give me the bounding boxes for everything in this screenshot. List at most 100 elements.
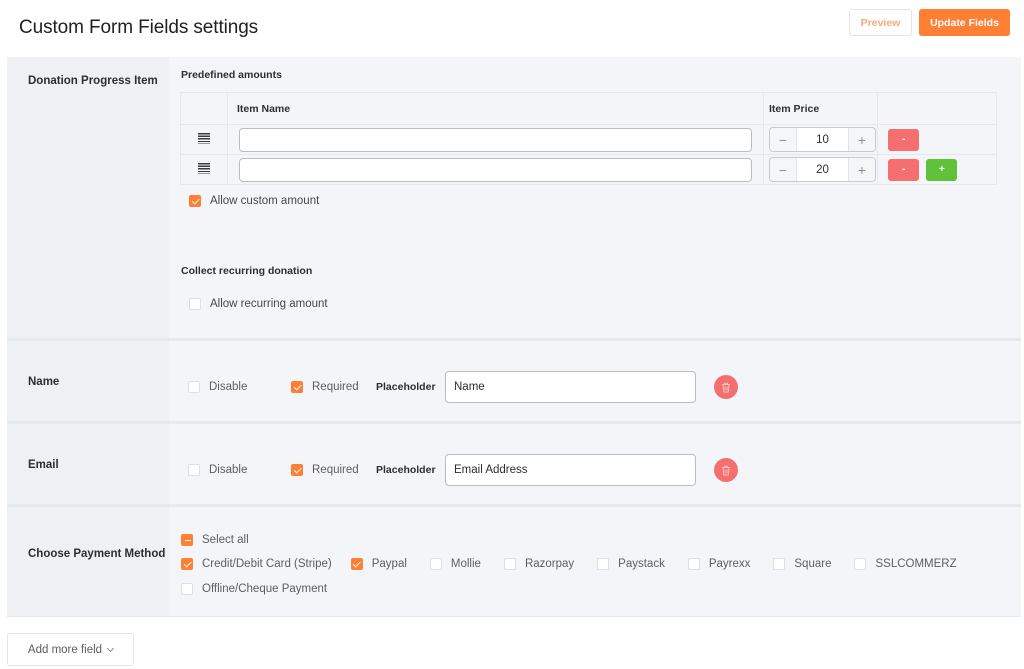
checkbox-unchecked-icon[interactable] <box>773 558 786 570</box>
section-content: Disable Required Placeholder <box>169 424 1021 504</box>
custom-form-fields-page: Custom Form Fields settings Preview Upda… <box>0 0 1024 669</box>
preview-button[interactable]: Preview <box>849 9 912 36</box>
increment-button[interactable]: + <box>848 158 875 181</box>
table-row: − 10 + - <box>180 124 997 155</box>
delete-field-button[interactable] <box>714 458 738 482</box>
table-row: − 20 + - + <box>180 154 997 185</box>
decrement-button[interactable]: − <box>770 128 797 151</box>
drag-handle-icon[interactable] <box>198 163 210 174</box>
checkbox-label: Razorpay <box>524 558 575 570</box>
payment-methods-list: Credit/Debit Card (Stripe) Paypal Mollie… <box>181 558 980 570</box>
section-label: Choose Payment Method <box>7 507 169 616</box>
checkbox-label: Square <box>794 558 832 570</box>
recurring-donation-title: Collect recurring donation <box>181 265 313 277</box>
payment-method-paypal[interactable]: Paypal <box>350 558 407 570</box>
item-price-header: Item Price <box>763 92 878 125</box>
chevron-down-icon <box>107 644 115 652</box>
page-title: Custom Form Fields settings <box>19 17 259 38</box>
checkbox-unchecked-icon[interactable] <box>687 558 700 570</box>
checkbox-unchecked-icon[interactable] <box>189 298 201 310</box>
payment-method-mollie[interactable]: Mollie <box>429 558 481 570</box>
disable-checkbox[interactable]: Disable <box>188 464 291 476</box>
item-price-value[interactable]: 20 <box>797 158 848 181</box>
delete-field-button[interactable] <box>714 375 738 399</box>
section-label: Email <box>7 424 169 504</box>
checkbox-unchecked-icon[interactable] <box>597 558 610 570</box>
checkbox-label: Paypal <box>371 558 407 570</box>
checkbox-unchecked-icon[interactable] <box>429 558 442 570</box>
section-label: Name <box>7 341 169 421</box>
checkbox-label: Paystack <box>618 558 665 570</box>
checkbox-label: Credit/Debit Card (Stripe) <box>202 558 332 570</box>
checkbox-checked-icon[interactable] <box>291 464 303 476</box>
decrement-button[interactable]: − <box>770 158 797 181</box>
checkbox-label: Disable <box>209 464 248 476</box>
checkbox-label: Select all <box>202 534 249 546</box>
checkbox-label: Payrexx <box>708 558 751 570</box>
checkbox-unchecked-icon[interactable] <box>188 381 200 393</box>
payment-method-payrexx[interactable]: Payrexx <box>687 558 751 570</box>
trash-icon <box>722 465 730 475</box>
section-content: Predefined amounts Item Name Item Price <box>169 57 1021 338</box>
payment-method-stripe[interactable]: Credit/Debit Card (Stripe) <box>181 558 332 570</box>
email-field-options: Disable Required Placeholder <box>188 454 738 486</box>
item-price-stepper: − 10 + <box>769 127 876 152</box>
checkbox-label: SSLCOMMERZ <box>875 558 957 570</box>
disable-checkbox[interactable]: Disable <box>188 381 291 393</box>
checkbox-label: Required <box>312 381 359 393</box>
add-more-field-label: Add more field <box>27 643 103 656</box>
payment-method-razorpay[interactable]: Razorpay <box>503 558 575 570</box>
allow-recurring-amount-checkbox[interactable]: Allow recurring amount <box>189 298 328 310</box>
predefined-amounts-title: Predefined amounts <box>181 69 282 81</box>
add-row-button[interactable]: + <box>926 158 958 181</box>
payment-method-offline[interactable]: Offline/Cheque Payment <box>181 583 327 595</box>
checkbox-label: Offline/Cheque Payment <box>202 583 328 595</box>
predefined-amounts-table: Item Name Item Price − 10 + - − 20 + - + <box>180 92 997 185</box>
remove-row-button[interactable]: - <box>888 158 919 181</box>
donation-progress-section: Donation Progress Item Predefined amount… <box>7 57 1021 341</box>
item-name-input[interactable] <box>239 127 752 152</box>
section-content: Select all Credit/Debit Card (Stripe) Pa… <box>169 507 1021 616</box>
checkbox-label: Required <box>312 464 359 476</box>
placeholder-input[interactable] <box>445 371 696 403</box>
checkbox-label: Allow custom amount <box>210 195 320 207</box>
page-header: Custom Form Fields settings Preview Upda… <box>0 0 1024 57</box>
actions-column-header <box>877 92 997 125</box>
required-checkbox[interactable]: Required <box>291 381 376 393</box>
table-header-row: Item Name Item Price <box>180 92 997 125</box>
item-name-header: Item Name <box>227 92 764 125</box>
checkbox-indeterminate-icon[interactable] <box>181 534 193 546</box>
checkbox-unchecked-icon[interactable] <box>503 558 516 570</box>
checkbox-label: Disable <box>209 381 248 393</box>
payment-method-square[interactable]: Square <box>773 558 831 570</box>
checkbox-checked-icon[interactable] <box>291 381 303 393</box>
checkbox-label: Allow recurring amount <box>210 298 328 310</box>
select-all-checkbox[interactable]: Select all <box>181 534 249 546</box>
update-fields-button[interactable]: Update Fields <box>919 9 1010 36</box>
add-more-field-dropdown[interactable]: Add more field <box>7 633 134 666</box>
checkbox-unchecked-icon[interactable] <box>181 583 193 595</box>
increment-button[interactable]: + <box>848 128 875 151</box>
checkbox-unchecked-icon[interactable] <box>854 558 867 570</box>
section-label: Donation Progress Item <box>7 57 169 338</box>
checkbox-checked-icon[interactable] <box>181 558 193 570</box>
payment-method-sslcommerz[interactable]: SSLCOMMERZ <box>854 558 957 570</box>
placeholder-input[interactable] <box>445 454 696 486</box>
checkbox-checked-icon[interactable] <box>350 558 363 570</box>
drag-handle-icon[interactable] <box>198 133 210 144</box>
item-price-value[interactable]: 10 <box>797 128 848 151</box>
checkbox-label: Mollie <box>450 558 481 570</box>
required-checkbox[interactable]: Required <box>291 464 376 476</box>
item-name-input[interactable] <box>239 157 752 182</box>
remove-row-button[interactable]: - <box>888 128 919 151</box>
checkbox-unchecked-icon[interactable] <box>188 464 200 476</box>
placeholder-label: Placeholder <box>376 381 436 393</box>
section-content: Disable Required Placeholder <box>169 341 1021 421</box>
payment-method-paystack[interactable]: Paystack <box>597 558 665 570</box>
email-field-section: Email Disable Required Placeholder <box>7 424 1021 507</box>
allow-custom-amount-checkbox[interactable]: Allow custom amount <box>189 195 319 207</box>
checkbox-checked-icon[interactable] <box>189 195 201 207</box>
drag-column-header <box>180 92 228 125</box>
name-field-options: Disable Required Placeholder <box>188 371 738 403</box>
trash-icon <box>722 382 730 392</box>
